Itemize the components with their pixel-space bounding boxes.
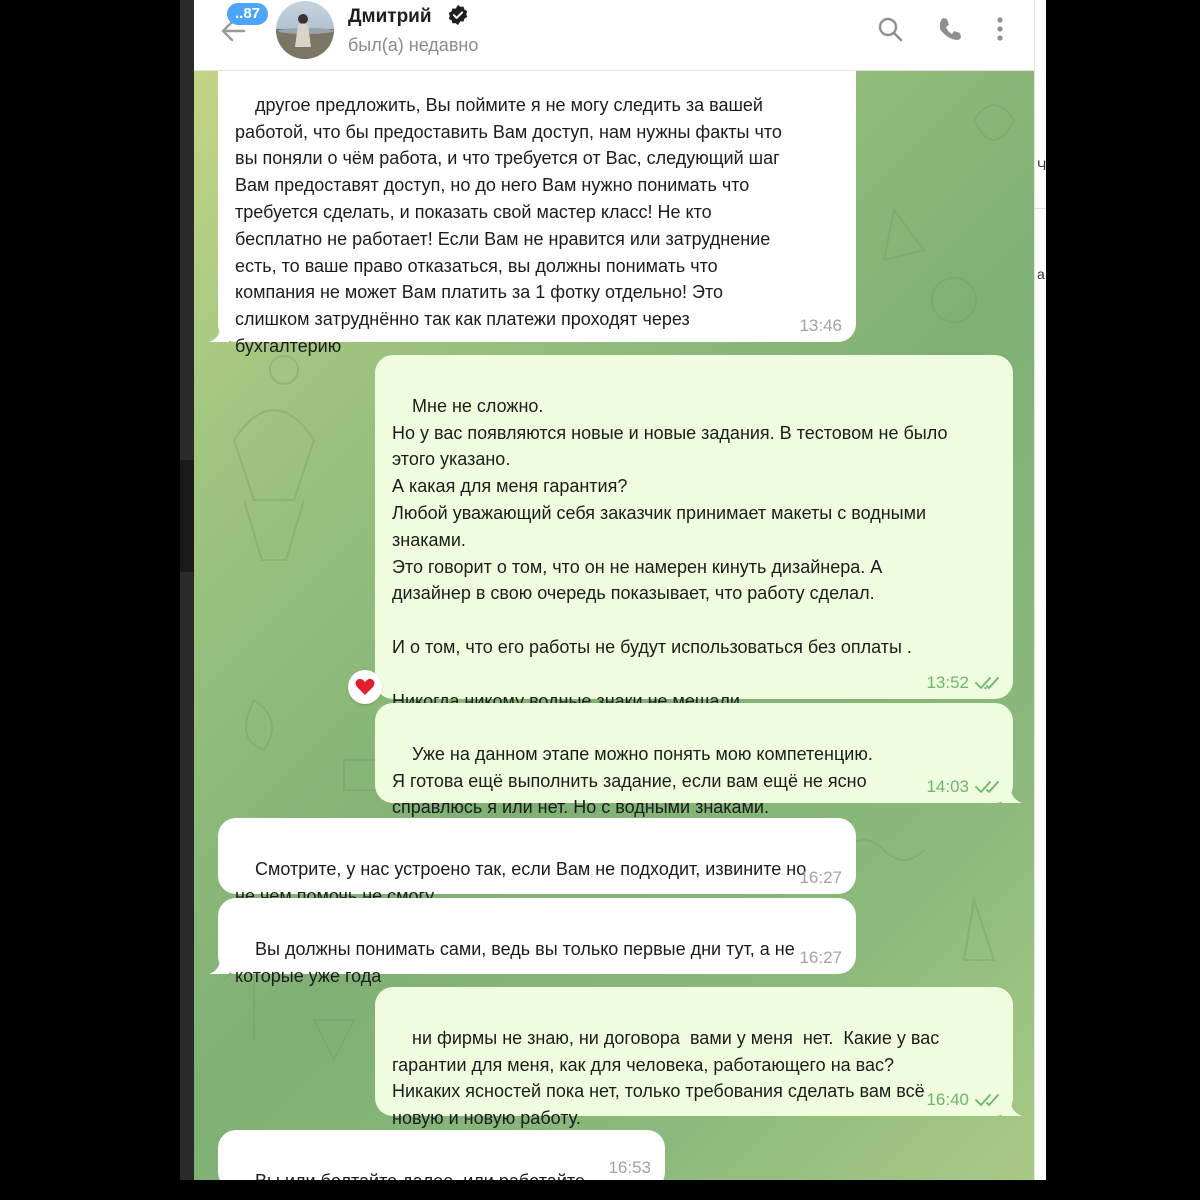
message-time: 14:03 (926, 777, 969, 796)
message-bubble-incoming[interactable]: Смотрите, у нас устроено так, если Вам н… (218, 818, 856, 906)
phone-call-icon[interactable] (936, 15, 964, 43)
bubble-tail (209, 954, 229, 974)
message-bubble-outgoing[interactable]: ни фирмы не знаю, ни договора вами у мен… (375, 987, 1022, 1128)
message-bubble-outgoing[interactable]: Уже на данном этапе можно понять мою ком… (375, 703, 1022, 817)
heart-reaction-icon[interactable] (348, 670, 382, 704)
verified-badge-icon (448, 4, 468, 26)
bubble-tail (1002, 1096, 1022, 1116)
message-bubble-incoming[interactable]: Вы должны понимать сами, ведь вы только … (209, 898, 856, 986)
message-bubble-outgoing[interactable]: Мне не сложно. Но у вас появляются новые… (375, 355, 1013, 711)
message-time: 16:53 (608, 1158, 651, 1177)
message-text: Вы или болтайте далее, или работайте (255, 1171, 585, 1180)
bubble-tail (1002, 783, 1022, 803)
message-text: Мне не сложно. Но у вас появляются новые… (392, 395, 948, 711)
read-double-check-icon (975, 781, 999, 793)
chat-window: ..87 Дмитрий был(а) недавно другое предл… (194, 0, 1034, 1180)
message-time: 16:27 (799, 868, 842, 887)
message-time: 13:52 (926, 673, 969, 692)
chat-header: ..87 Дмитрий был(а) недавно (194, 0, 1034, 71)
contact-name[interactable]: Дмитрий (348, 6, 432, 28)
background-window-strip (180, 0, 194, 1180)
message-time: 16:27 (799, 948, 842, 967)
message-bubble-incoming[interactable]: другое предложить, Вы поймите я не могу … (209, 52, 856, 356)
message-time: 16:40 (926, 1090, 969, 1109)
background-window-edge: Ча (1034, 0, 1046, 1180)
avatar[interactable] (276, 1, 334, 59)
bubble-tail (209, 322, 229, 342)
message-text: ни фирмы не знаю, ни договора вами у мен… (392, 1027, 940, 1129)
more-options-icon[interactable] (990, 15, 1010, 43)
unread-count-badge[interactable]: ..87 (227, 3, 269, 25)
read-double-check-icon (975, 677, 999, 689)
read-double-check-icon (975, 1094, 999, 1106)
contact-last-seen: был(а) недавно (348, 35, 479, 55)
message-text: другое предложить, Вы поймите я не могу … (235, 94, 782, 356)
message-bubble-incoming[interactable]: Вы или болтайте далее, или работайте 16:… (218, 1130, 665, 1180)
search-icon[interactable] (876, 15, 904, 43)
message-time: 13:46 (799, 316, 842, 335)
